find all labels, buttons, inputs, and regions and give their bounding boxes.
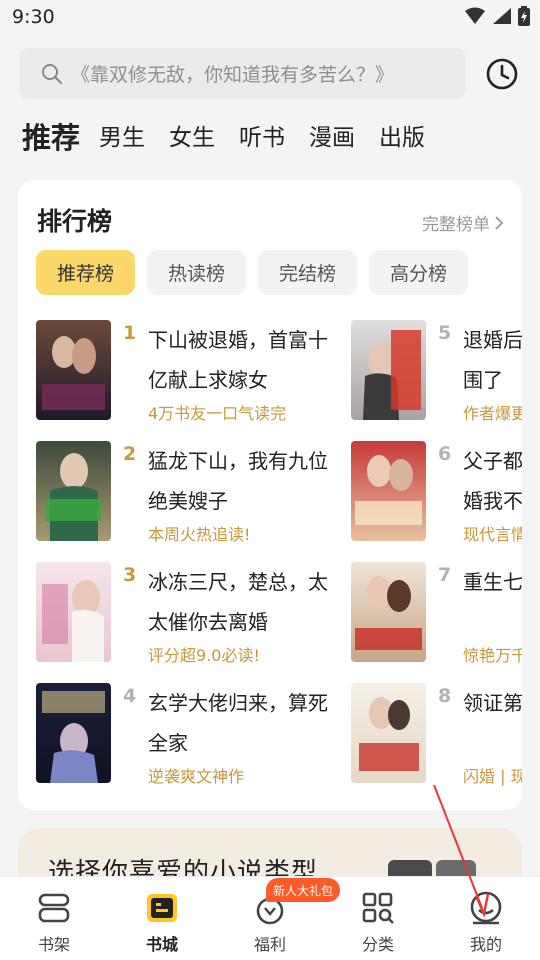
book-tag: 本周火热追读! [148, 525, 251, 544]
rank-number: 5 [438, 322, 452, 344]
nav-profile[interactable]: 我的 [446, 877, 526, 960]
status-icons [464, 6, 530, 26]
book-title: 猛龙下山，我有九位绝美嫂子 [148, 449, 328, 513]
rank-number: 6 [438, 443, 452, 465]
rank-number: 1 [123, 322, 137, 344]
nav-label: 书架 [37, 935, 70, 954]
rank-number: 4 [123, 685, 137, 707]
book-tag: 评分超9.0必读! [148, 646, 260, 665]
nav-category[interactable]: 分类 [338, 877, 418, 960]
full-ranking-label: 完整榜单 [422, 215, 490, 235]
ranking-tab-hot[interactable]: 热读榜 [147, 250, 246, 295]
nav-label: 我的 [469, 935, 502, 954]
channel-tab-male[interactable]: 男生 [99, 118, 145, 158]
channel-tabs: 推荐 男生 女生 听书 漫画 出版 [22, 118, 449, 158]
book-item[interactable]: 8 领证第一天，生来补 闪婚 | 现 [351, 683, 522, 786]
book-cover[interactable] [351, 320, 426, 420]
ranking-tab-recommend[interactable]: 推荐榜 [36, 250, 135, 295]
book-title: 下山被退婚，首富十亿献上求嫁女 [148, 328, 328, 392]
book-cover[interactable] [36, 320, 111, 420]
book-tag: 现代言情 [463, 525, 522, 544]
book-title: 父子都选白月光，这婚我不要了 [463, 449, 522, 513]
book-cover[interactable] [36, 562, 111, 662]
status-time: 9:30 [12, 6, 55, 28]
rank-number: 2 [123, 443, 137, 465]
book-title: 退婚后，我被美女包围了 [463, 328, 522, 392]
ranking-title: 排行榜 [37, 207, 113, 236]
rank-number: 7 [438, 564, 452, 586]
battery-icon [518, 6, 530, 26]
chevron-right-icon [495, 215, 504, 230]
new-user-gift-badge[interactable]: 新人大礼包 [266, 878, 340, 902]
nav-label: 福利 [253, 935, 286, 954]
book-title: 重生七零，猎养家 [463, 570, 522, 594]
profile-icon [470, 891, 502, 925]
book-tag: 作者爆更 [463, 404, 522, 423]
channel-tab-recommend[interactable]: 推荐 [22, 118, 80, 158]
book-item[interactable]: 7 重生七零，猎养家 惊艳万千 [351, 562, 522, 665]
ranking-tab-high-score[interactable]: 高分榜 [369, 250, 468, 295]
channel-tab-audio[interactable]: 听书 [239, 118, 285, 158]
book-tag: 惊艳万千 [463, 646, 522, 665]
signal-icon [493, 8, 511, 24]
book-title: 冰冻三尺，楚总，太太催你去离婚 [148, 570, 328, 634]
channel-tab-comic[interactable]: 漫画 [309, 118, 355, 158]
bookshelf-icon [38, 893, 70, 923]
rank-number: 3 [123, 564, 137, 586]
ranking-tab-complete[interactable]: 完结榜 [258, 250, 357, 295]
book-tag: 4万书友一口气读完 [148, 404, 287, 423]
rank-number: 8 [438, 685, 452, 707]
channel-tab-female[interactable]: 女生 [169, 118, 215, 158]
book-cover[interactable] [36, 441, 111, 541]
ranking-card: 排行榜 完整榜单 推荐榜 热读榜 完结榜 高分榜 1 下山被退婚，首富十亿献上求… [18, 180, 522, 810]
book-item[interactable]: 4 玄学大佬归来，算死全家 逆袭爽文神作 [36, 683, 336, 786]
book-tag: 逆袭爽文神作 [148, 767, 245, 786]
nav-label: 书城 [145, 935, 178, 954]
book-tag: 闪婚 | 现 [463, 767, 522, 786]
book-cover[interactable] [36, 683, 111, 783]
bookstore-icon [147, 894, 177, 922]
nav-label: 分类 [361, 935, 394, 954]
search-bar[interactable]: 《靠双修无敌，你知道我有多苦么？》 [19, 48, 466, 99]
book-cover[interactable] [351, 683, 426, 783]
ranking-tabs: 推荐榜 热读榜 完结榜 高分榜 [36, 250, 468, 295]
status-bar: 9:30 [0, 0, 540, 36]
book-item[interactable]: 1 下山被退婚，首富十亿献上求嫁女 4万书友一口气读完 [36, 320, 336, 423]
book-item[interactable]: 2 猛龙下山，我有九位绝美嫂子 本周火热追读! [36, 441, 336, 544]
book-cover[interactable] [351, 441, 426, 541]
nav-bookstore[interactable]: 书城 [122, 877, 202, 960]
full-ranking-link[interactable]: 完整榜单 [422, 210, 504, 235]
book-title: 玄学大佬归来，算死全家 [148, 691, 328, 755]
book-item[interactable]: 3 冰冻三尺，楚总，太太催你去离婚 评分超9.0必读! [36, 562, 336, 665]
book-cover[interactable] [351, 562, 426, 662]
search-icon [42, 63, 62, 84]
wifi-icon [465, 7, 485, 24]
search-placeholder: 《靠双修无敌，你知道我有多苦么？》 [71, 64, 395, 86]
nav-bookshelf[interactable]: 书架 [14, 877, 94, 960]
channel-tab-publish[interactable]: 出版 [379, 118, 425, 158]
book-item[interactable]: 5 退婚后，我被美女包围了 作者爆更 [351, 320, 522, 423]
book-title: 领证第一天，生来补 [463, 691, 522, 715]
category-grid-icon [362, 892, 394, 924]
history-clock-icon[interactable] [484, 56, 520, 92]
book-item[interactable]: 6 父子都选白月光，这婚我不要了 现代言情 [351, 441, 522, 544]
